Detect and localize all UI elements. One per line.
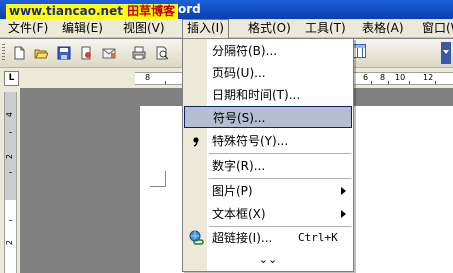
save-button[interactable] <box>55 44 73 62</box>
new-document-button[interactable] <box>10 44 28 62</box>
insert-table-icon[interactable] <box>352 44 366 58</box>
menu-window[interactable]: 窗口(W) <box>418 19 453 38</box>
menu-item-picture[interactable]: 图片(P) <box>184 180 352 202</box>
menu-item-label: 图片(P) <box>212 184 253 198</box>
menu-item-number[interactable]: 数字(R)... <box>184 155 352 177</box>
ruler-tick <box>388 81 389 84</box>
insert-menu-dropdown: 分隔符(B)... 页码(U)... 日期和时间(T)... 符号(S)... … <box>182 38 354 272</box>
ruler-tick <box>371 81 372 84</box>
permission-button[interactable] <box>77 44 95 62</box>
menu-format[interactable]: 格式(O) <box>244 19 295 38</box>
bullet-icon <box>188 133 204 149</box>
window-title: ord <box>178 2 201 16</box>
watermark-site: www.tiancao.net <box>9 4 123 18</box>
menu-view[interactable]: 视图(V) <box>119 19 169 38</box>
menu-item-text-box[interactable]: 文本框(X) <box>184 203 352 225</box>
new-document-icon <box>14 46 25 60</box>
email-button[interactable] <box>100 44 118 62</box>
toolbar-options-button[interactable] <box>441 42 451 64</box>
ruler-tick <box>9 132 12 133</box>
menu-insert[interactable]: 插入(I) <box>182 19 229 39</box>
ruler-number: 4 <box>5 112 14 118</box>
submenu-arrow-icon <box>341 210 346 218</box>
print-preview-button[interactable] <box>153 44 171 62</box>
open-folder-icon <box>34 49 48 59</box>
menu-separator <box>209 153 351 154</box>
menu-item-label: 日期和时间(T)... <box>212 88 301 102</box>
margin-corner-mark <box>165 171 166 187</box>
margin-corner-mark <box>150 186 166 187</box>
ruler-number: 8 <box>145 73 151 82</box>
menu-separator <box>209 178 351 179</box>
ruler-number: 8 <box>380 73 386 82</box>
hyperlink-icon <box>188 230 204 246</box>
menu-item-label: 页码(U)... <box>212 66 266 80</box>
print-button[interactable] <box>130 44 148 62</box>
ruler-number: 12 <box>423 73 434 82</box>
menu-item-label: 超链接(I)... <box>212 231 273 245</box>
expand-menu-chevron-icon[interactable]: ⌄⌄ <box>184 250 352 270</box>
ruler-tick <box>9 172 12 173</box>
ruler-number: 6 <box>363 73 369 82</box>
tab-selector[interactable]: L <box>4 71 19 86</box>
watermark: www.tiancao.net 田草博客 <box>6 4 179 19</box>
menu-file[interactable]: 文件(F) <box>4 19 52 38</box>
ruler-number: 10 <box>395 73 406 82</box>
menu-item-shortcut: Ctrl+K <box>298 231 338 244</box>
ruler-number: 2 <box>5 240 14 246</box>
email-icon <box>102 48 116 59</box>
ruler-number: 2 <box>5 154 14 160</box>
menu-item-label: 符号(S)... <box>213 111 266 125</box>
menu-item-date-time[interactable]: 日期和时间(T)... <box>184 84 352 106</box>
menu-table[interactable]: 表格(A) <box>358 19 408 38</box>
menu-item-hyperlink[interactable]: 超链接(I)... Ctrl+K <box>184 227 352 249</box>
menu-item-label: 数字(R)... <box>212 159 266 173</box>
menu-item-page-numbers[interactable]: 页码(U)... <box>184 62 352 84</box>
ruler-tick <box>9 220 12 221</box>
watermark-blog: 田草博客 <box>127 4 176 18</box>
menu-item-special-symbol[interactable]: 特殊符号(Y)... <box>184 130 352 152</box>
menu-item-label: 分隔符(B)... <box>212 44 278 58</box>
ruler-tick <box>435 81 436 84</box>
print-preview-icon <box>156 46 169 60</box>
printer-icon <box>132 46 146 60</box>
menu-bar: 文件(F) 编辑(E) 视图(V) 插入(I) 格式(O) 工具(T) 表格(A… <box>0 19 453 39</box>
vertical-ruler-margin <box>5 92 16 200</box>
permission-icon <box>81 46 91 60</box>
vertical-ruler[interactable]: 4 2 2 <box>4 92 17 273</box>
toolbar-grip[interactable] <box>2 44 5 62</box>
ruler-tick <box>409 81 410 84</box>
menu-edit[interactable]: 编辑(E) <box>58 19 107 38</box>
submenu-arrow-icon <box>341 187 346 195</box>
menu-tools[interactable]: 工具(T) <box>301 19 350 38</box>
save-disk-icon <box>57 46 71 60</box>
menu-item-break[interactable]: 分隔符(B)... <box>184 40 352 62</box>
open-button[interactable] <box>32 44 50 62</box>
menu-item-label: 文本框(X) <box>212 207 266 221</box>
menu-item-label: 特殊符号(Y)... <box>212 134 289 148</box>
ruler-tick <box>165 81 166 84</box>
menu-item-symbol[interactable]: 符号(S)... <box>184 106 352 128</box>
